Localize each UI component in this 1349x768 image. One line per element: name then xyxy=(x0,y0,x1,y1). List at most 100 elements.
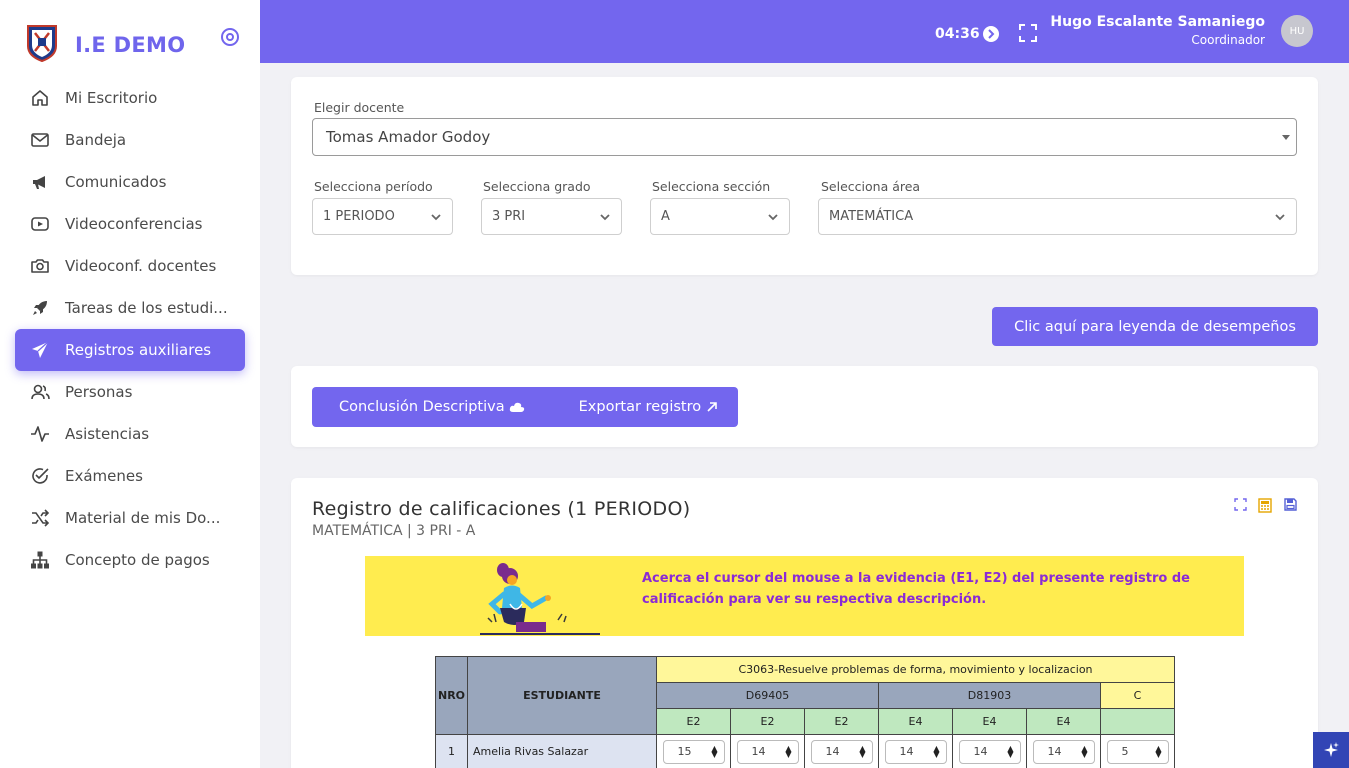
grade-input[interactable]: 5 ▲ ▼ xyxy=(1106,739,1169,764)
spinner-icon[interactable]: ▲ ▼ xyxy=(1007,744,1013,758)
save-icon[interactable] xyxy=(1284,498,1297,511)
sidebar-nav: Mi Escritorio Bandeja Comunicados Videoc… xyxy=(15,77,245,581)
evidence-header[interactable]: E4 xyxy=(952,708,1027,735)
grade-input[interactable]: 14 ▲ ▼ xyxy=(810,739,873,764)
sidebar-item-personas[interactable]: Personas xyxy=(15,371,245,413)
area-select[interactable]: MATEMÁTICA xyxy=(818,198,1297,235)
evidence-header[interactable]: E2 xyxy=(730,708,805,735)
fullscreen-icon[interactable] xyxy=(1019,24,1037,42)
caret-down-icon xyxy=(1282,135,1290,140)
filters-card: Elegir docente Tomas Amador Godoy Selecc… xyxy=(291,77,1318,275)
check-circle-icon xyxy=(32,468,49,484)
top-header: 04:36 Hugo Escalante Samaniego Coordinad… xyxy=(260,0,1349,63)
row-student-name: Amelia Rivas Salazar xyxy=(467,734,657,768)
sidebar-item-examenes[interactable]: Exámenes xyxy=(15,455,245,497)
info-banner: Acerca el cursor del mouse a la evidenci… xyxy=(365,556,1244,636)
grado-select[interactable]: 3 PRI xyxy=(481,198,622,235)
sidebar-item-label: Mi Escritorio xyxy=(65,89,158,107)
nro-header: NRO xyxy=(435,656,468,735)
avatar[interactable]: HU xyxy=(1281,15,1313,47)
evidence-header xyxy=(1100,708,1175,735)
expand-icon[interactable] xyxy=(1234,498,1247,511)
conclusion-button[interactable]: Conclusión Descriptiva xyxy=(339,399,525,415)
sidebar-item-label: Bandeja xyxy=(65,131,127,149)
area-value: MATEMÁTICA xyxy=(829,209,914,224)
seccion-value: A xyxy=(661,209,670,224)
sidebar-item-material[interactable]: Material de mis Do... xyxy=(15,497,245,539)
sidebar-item-label: Videoconf. docentes xyxy=(65,257,217,275)
student-header: ESTUDIANTE xyxy=(467,656,657,735)
docente-label: Elegir docente xyxy=(314,100,405,115)
grades-table: NRO ESTUDIANTE C3063-Resuelve problemas … xyxy=(435,656,1175,768)
spinner-icon[interactable]: ▲ ▼ xyxy=(1081,744,1087,758)
group-header: D81903 xyxy=(878,682,1101,709)
spinner-icon[interactable]: ▲ ▼ xyxy=(785,744,791,758)
sidebar-item-registros-auxiliares[interactable]: Registros auxiliares xyxy=(15,329,245,371)
seccion-select[interactable]: A xyxy=(650,198,790,235)
sidebar-item-label: Comunicados xyxy=(65,173,167,191)
grade-input[interactable]: 15 ▲ ▼ xyxy=(662,739,725,764)
sidebar: I.E DEMO Mi Escritorio Bandeja Comunicad… xyxy=(0,0,260,768)
banner-text: Acerca el cursor del mouse a la evidenci… xyxy=(642,571,1190,607)
brand[interactable]: I.E DEMO xyxy=(26,24,185,62)
periodo-label: Selecciona período xyxy=(314,179,433,194)
spinner-icon[interactable]: ▲ ▼ xyxy=(711,744,717,758)
play-circle-icon[interactable] xyxy=(982,25,1000,43)
sidebar-item-label: Asistencias xyxy=(65,425,150,443)
calculator-icon[interactable] xyxy=(1258,498,1272,513)
send-icon xyxy=(32,341,49,358)
sidebar-item-asistencias[interactable]: Asistencias xyxy=(15,413,245,455)
sidebar-item-label: Registros auxiliares xyxy=(65,341,212,359)
user-role: Coordinador xyxy=(1191,33,1265,47)
conclusion-label: Conclusión Descriptiva xyxy=(339,399,505,415)
competency-header: C3063-Resuelve problemas de forma, movim… xyxy=(656,656,1175,683)
sidebar-item-videoconferencias[interactable]: Videoconferencias xyxy=(15,203,245,245)
users-icon xyxy=(31,384,50,400)
sitemap-icon xyxy=(31,551,49,569)
evidence-header[interactable]: E2 xyxy=(804,708,879,735)
sidebar-item-videoconf-docentes[interactable]: Videoconf. docentes xyxy=(15,245,245,287)
user-name[interactable]: Hugo Escalante Samaniego xyxy=(1050,14,1265,30)
sidebar-item-mi-escritorio[interactable]: Mi Escritorio xyxy=(15,77,245,119)
grade-input[interactable]: 14 ▲ ▼ xyxy=(958,739,1021,764)
sidebar-item-concepto-pagos[interactable]: Concepto de pagos xyxy=(15,539,245,581)
megaphone-icon xyxy=(33,176,45,189)
sidebar-item-label: Videoconferencias xyxy=(65,215,203,233)
sparkle-icon xyxy=(1324,742,1339,757)
grade-input[interactable]: 14 ▲ ▼ xyxy=(1032,739,1095,764)
sidebar-item-bandeja[interactable]: Bandeja xyxy=(15,119,245,161)
grade-input[interactable]: 14 ▲ ▼ xyxy=(884,739,947,764)
sidebar-item-comunicados[interactable]: Comunicados xyxy=(15,161,245,203)
activity-icon xyxy=(31,426,49,442)
spinner-icon[interactable]: ▲ ▼ xyxy=(933,744,939,758)
cloud-icon xyxy=(509,402,524,412)
row-nro: 1 xyxy=(435,734,468,768)
export-label: Exportar registro xyxy=(578,399,702,415)
grade-input[interactable]: 14 ▲ ▼ xyxy=(736,739,799,764)
export-button[interactable]: Exportar registro xyxy=(579,399,718,415)
grade-value: 15 xyxy=(677,745,692,758)
home-icon xyxy=(32,90,48,106)
docente-value: Tomas Amador Godoy xyxy=(326,128,491,146)
rocket-icon xyxy=(33,301,47,315)
spinner-icon[interactable]: ▲ ▼ xyxy=(1155,744,1161,758)
periodo-select[interactable]: 1 PERIODO xyxy=(312,198,453,235)
sidebar-item-tareas[interactable]: Tareas de los estudi... xyxy=(15,287,245,329)
chevron-down-icon xyxy=(768,214,778,221)
timer-text: 04:36 xyxy=(935,26,980,42)
register-title: Registro de calificaciones (1 PERIODO) xyxy=(312,498,691,520)
brand-name: I.E DEMO xyxy=(75,33,186,57)
sidebar-toggle-icon[interactable] xyxy=(220,27,240,47)
evidence-header[interactable]: E4 xyxy=(878,708,953,735)
grade-value: 14 xyxy=(973,745,988,758)
docente-select[interactable]: Tomas Amador Godoy xyxy=(312,118,1297,156)
evidence-header[interactable]: E2 xyxy=(656,708,731,735)
spinner-icon[interactable]: ▲ ▼ xyxy=(859,744,865,758)
evidence-header[interactable]: E4 xyxy=(1026,708,1101,735)
external-arrow-icon xyxy=(707,402,717,412)
legend-button-label: Clic aquí para leyenda de desempeños xyxy=(1014,318,1296,335)
grade-value: 5 xyxy=(1121,745,1129,758)
legend-button[interactable]: Clic aquí para leyenda de desempeños xyxy=(992,307,1318,346)
sparkle-fab[interactable] xyxy=(1313,732,1349,768)
register-card: Registro de calificaciones (1 PERIODO) M… xyxy=(291,478,1318,768)
